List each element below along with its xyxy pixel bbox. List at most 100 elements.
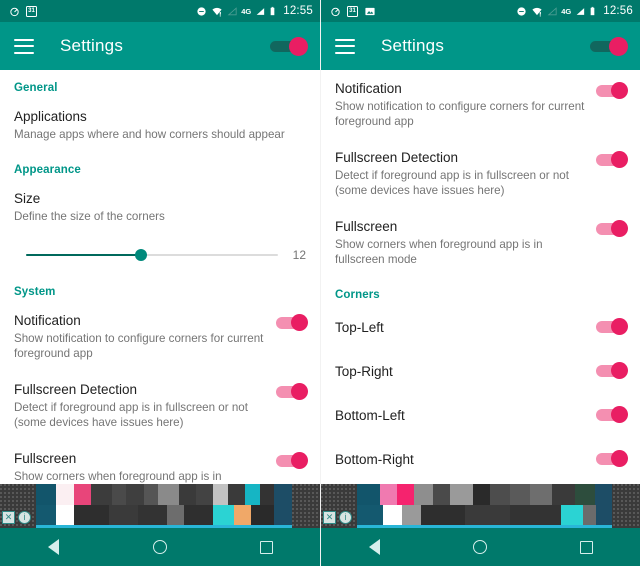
list-item-bottom-right[interactable]: Bottom-Right [321, 437, 640, 481]
bottom-overlay-banner[interactable]: ✕ i [0, 484, 320, 528]
banner-color-cell [195, 484, 214, 505]
list-item-text: Notification Show notification to config… [335, 80, 596, 129]
banner-color-cell [166, 505, 185, 526]
list-item-notification[interactable]: Notification Show notification to config… [321, 70, 640, 139]
page-title: Settings [60, 36, 124, 55]
status-bar-right-icons: 4G 12:55 [196, 5, 313, 17]
list-item-text: Bottom-Right [335, 451, 596, 468]
list-item-top-left[interactable]: Top-Left [321, 305, 640, 349]
list-item-subtitle: Show notification to configure corners f… [335, 100, 585, 128]
home-icon[interactable] [137, 528, 183, 566]
list-item-fullscreen-detection[interactable]: Fullscreen Detection Detect if foregroun… [321, 139, 640, 208]
slider-thumb[interactable] [134, 249, 147, 261]
section-header-system: System [14, 286, 56, 298]
banner-color-cell [473, 484, 491, 505]
phone-screen-left: 31 4G 12:55 Settings General Application… [0, 0, 320, 566]
app-bar: Settings [0, 22, 320, 70]
banner-color-cell [73, 484, 92, 505]
banner-content [357, 484, 612, 526]
list-item-size[interactable]: Size Define the size of the corners [0, 180, 320, 234]
toggle-fullscreen-detection[interactable] [596, 151, 628, 168]
page-title: Settings [381, 36, 445, 55]
close-icon[interactable]: ✕ [2, 511, 15, 524]
master-toggle-thumb [609, 37, 628, 56]
banner-color-cell [137, 505, 167, 526]
wifi-alert-icon [212, 7, 222, 16]
back-icon[interactable] [30, 528, 76, 566]
toggle-fullscreen-detection[interactable] [276, 383, 308, 400]
list-item-notification[interactable]: Notification Show notification to config… [0, 302, 320, 371]
battery-icon [590, 6, 595, 15]
toggle-thumb [611, 362, 628, 379]
toggle-thumb [291, 452, 308, 469]
banner-color-cell [596, 505, 612, 526]
banner-controls: ✕ i [2, 511, 31, 524]
toggle-bottom-left[interactable] [596, 406, 628, 423]
toggle-thumb [611, 318, 628, 335]
info-icon[interactable]: i [339, 511, 352, 524]
banner-color-cell [251, 505, 275, 526]
hamburger-menu-icon[interactable] [14, 38, 34, 54]
toggle-fullscreen[interactable] [276, 452, 308, 469]
bottom-overlay-banner[interactable]: ✕ i [321, 484, 640, 528]
list-item-subtitle: Detect if foreground app is in fullscree… [14, 401, 248, 429]
list-item-fullscreen[interactable]: Fullscreen Show corners when foreground … [321, 208, 640, 277]
info-icon[interactable]: i [18, 511, 31, 524]
navigation-bar [0, 528, 320, 566]
toggle-bottom-right[interactable] [596, 450, 628, 467]
status-bar-left-icons: 31 [9, 5, 196, 17]
toggle-top-right[interactable] [596, 362, 628, 379]
banner-color-cell [213, 484, 228, 505]
status-bar: 31 4G [0, 0, 320, 22]
banner-color-cell [213, 505, 234, 526]
toggle-thumb [291, 383, 308, 400]
alarm-target-icon [10, 7, 19, 16]
list-item-subtitle: Show corners when foreground app is in f… [335, 238, 543, 266]
close-icon[interactable]: ✕ [323, 511, 336, 524]
banner-color-cell [36, 505, 57, 526]
alarm-target-icon [331, 7, 340, 16]
toggle-fullscreen[interactable] [596, 220, 628, 237]
toggle-notification[interactable] [276, 314, 308, 331]
slider-track-active [26, 254, 141, 256]
recents-icon[interactable] [244, 528, 290, 566]
banner-color-cell [357, 505, 383, 526]
size-slider[interactable] [14, 248, 278, 262]
status-bar-clock: 12:55 [283, 5, 313, 17]
list-item-top-right[interactable]: Top-Right [321, 349, 640, 393]
list-item-title: Applications [14, 109, 87, 124]
toggle-thumb [611, 406, 628, 423]
list-item-fullscreen-detection[interactable]: Fullscreen Detection Detect if foregroun… [0, 371, 320, 440]
master-toggle-switch[interactable] [590, 37, 628, 56]
list-item-applications[interactable]: Applications Manage apps where and how c… [0, 98, 320, 152]
list-item-subtitle: Detect if foreground app is in fullscree… [335, 169, 569, 197]
list-item-bottom-left[interactable]: Bottom-Left [321, 393, 640, 437]
network-4g-icon: 4G [241, 6, 252, 16]
banner-color-cell [111, 484, 127, 505]
size-slider-row[interactable]: 12 [0, 234, 320, 274]
image-icon [365, 7, 375, 15]
list-item-title: Size [14, 191, 41, 206]
calendar-day: 31 [349, 7, 356, 14]
phone-screen-right: 31 4G 12:56 Settings Notification Show n… [320, 0, 640, 566]
list-item-text: Notification Show notification to config… [14, 312, 276, 361]
back-icon[interactable] [351, 528, 397, 566]
banner-color-row-bottom [357, 505, 612, 526]
section-header-corners: Corners [335, 289, 380, 301]
toggle-top-left[interactable] [596, 318, 628, 335]
list-item-subtitle: Define the size of the corners [14, 210, 165, 223]
status-bar-right-icons: 4G 12:56 [516, 5, 633, 17]
master-toggle-switch[interactable] [270, 37, 308, 56]
section-header-general: General [14, 82, 58, 94]
banner-color-cell [56, 484, 74, 505]
home-icon[interactable] [457, 528, 503, 566]
banner-color-cell [91, 484, 112, 505]
list-item-title: Fullscreen [335, 219, 398, 234]
recents-icon[interactable] [564, 528, 610, 566]
hamburger-menu-icon[interactable] [335, 38, 355, 54]
banner-content [36, 484, 292, 526]
toggle-notification[interactable] [596, 82, 628, 99]
toggle-thumb [611, 220, 628, 237]
banner-color-cell [274, 505, 292, 526]
list-item-text: Fullscreen Show corners when foreground … [335, 218, 596, 267]
